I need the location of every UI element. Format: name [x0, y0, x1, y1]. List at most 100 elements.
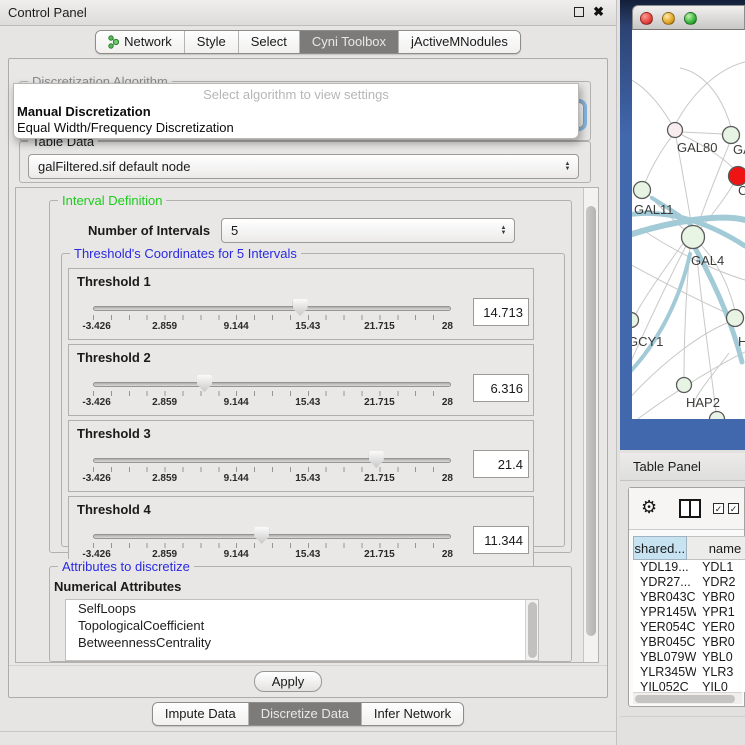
- threshold-coordinates-group: Threshold's Coordinates for 5 Intervals …: [61, 253, 565, 547]
- node-label: GAL4: [691, 253, 724, 268]
- slider-handle[interactable]: [254, 527, 269, 544]
- float-window-icon[interactable]: [574, 7, 584, 17]
- cell-name: YBR0: [696, 635, 745, 650]
- columns-icon[interactable]: [679, 499, 701, 518]
- table-row[interactable]: YLR345W YLR3: [633, 665, 745, 680]
- panel-divider: [620, 716, 745, 717]
- panel-divider: [0, 731, 616, 732]
- table-row[interactable]: YPR145W YPR1: [633, 605, 745, 620]
- node-gal4[interactable]: [682, 226, 705, 249]
- list-item[interactable]: TopologicalCoefficient: [66, 617, 538, 634]
- cell-name: YLR3: [696, 665, 745, 680]
- threshold-3-slider[interactable]: [93, 457, 451, 465]
- tab-jactivemnodules[interactable]: jActiveMNodules: [398, 31, 520, 53]
- tick-label: -3.426: [82, 473, 110, 484]
- close-icon[interactable]: ✖: [593, 4, 604, 20]
- slider-handle[interactable]: [197, 375, 212, 392]
- list-item[interactable]: SelfLoops: [66, 600, 538, 617]
- table-row[interactable]: YDR27... YDR2: [633, 575, 745, 590]
- threshold-2-slider[interactable]: [93, 381, 451, 389]
- combo-stepper-icon: ▲▼: [562, 158, 573, 176]
- table-horizontal-scrollbar[interactable]: [633, 692, 742, 704]
- threshold-3-value-field[interactable]: 21.4: [473, 450, 529, 478]
- threshold-1-slider[interactable]: [93, 305, 451, 313]
- table-data-combobox[interactable]: galFiltered.sif default node ▲▼: [28, 154, 579, 179]
- list-item[interactable]: BetweennessCentrality: [66, 634, 538, 651]
- numerical-attributes-list[interactable]: SelfLoops TopologicalCoefficient Between…: [65, 599, 539, 661]
- settings-scroll-area: Interval Definition Number of Intervals …: [15, 187, 599, 663]
- slider-ticks: [93, 315, 451, 320]
- table-row[interactable]: YBL079W YBL0: [633, 650, 745, 665]
- node-label: GA: [733, 142, 745, 157]
- tick-label: 2.859: [152, 473, 177, 484]
- node-label: H: [738, 334, 745, 349]
- tab-network[interactable]: Network: [96, 31, 184, 53]
- threshold-4-value-field[interactable]: 11.344: [473, 526, 529, 554]
- number-of-intervals-combobox[interactable]: 5 ▲▼: [221, 218, 515, 243]
- node-h[interactable]: [727, 310, 744, 327]
- control-panel-titlebar: Control Panel ✖: [0, 0, 616, 26]
- node-label: C: [738, 183, 745, 198]
- column-header-name[interactable]: name: [687, 536, 745, 560]
- tick-label: 2.859: [152, 397, 177, 408]
- node-gcy1[interactable]: [632, 313, 639, 328]
- tick-label: 21.715: [364, 397, 395, 408]
- network-icon: [108, 35, 119, 49]
- algorithm-placeholder-option[interactable]: Select algorithm to view settings: [14, 87, 578, 102]
- minimize-traffic-light-icon[interactable]: [662, 12, 675, 25]
- tab-cyni-toolbox[interactable]: Cyni Toolbox: [299, 31, 398, 53]
- cell-shared-name: YDL19...: [633, 560, 696, 575]
- network-canvas[interactable]: GAL80 GA C GAL11 GAL4 GCY1 H HAP2: [632, 30, 745, 419]
- cell-shared-name: YBL079W: [633, 650, 696, 665]
- threshold-4-slider[interactable]: [93, 533, 451, 541]
- table-panel: ⚙ ✓ ✓ shared... name YDL19... YDL1 YDR27…: [628, 487, 745, 707]
- tick-label: 21.715: [364, 473, 395, 484]
- threshold-4-label: Threshold 4: [77, 502, 151, 517]
- checkbox-icon[interactable]: ✓: [728, 503, 739, 514]
- node-label: GCY1: [632, 334, 663, 349]
- node-gal80[interactable]: [668, 123, 683, 138]
- cell-shared-name: YDR27...: [633, 575, 696, 590]
- tab-discretize-data-label: Discretize Data: [261, 706, 349, 721]
- algorithm-option-equal-width[interactable]: Equal Width/Frequency Discretization: [17, 120, 234, 135]
- tick-label: 28: [442, 397, 453, 408]
- tab-style[interactable]: Style: [184, 31, 238, 53]
- settings-vertical-scrollbar[interactable]: [583, 188, 598, 662]
- gear-icon[interactable]: ⚙: [641, 497, 657, 518]
- threshold-1-value-field[interactable]: 14.713: [473, 298, 529, 326]
- tick-label: 15.43: [295, 321, 320, 332]
- tick-label: 9.144: [224, 473, 249, 484]
- threshold-3-panel: Threshold 3 -3.426 2.859 9.144 15.43 21.…: [68, 420, 534, 492]
- table-row[interactable]: YBR045C YBR0: [633, 635, 745, 650]
- slider-handle[interactable]: [293, 299, 308, 316]
- tab-impute-data[interactable]: Impute Data: [153, 703, 248, 725]
- node-bottom-partial[interactable]: [710, 412, 725, 420]
- table-row[interactable]: YER054C YER0: [633, 620, 745, 635]
- tab-select[interactable]: Select: [238, 31, 299, 53]
- checkbox-icon[interactable]: ✓: [713, 503, 724, 514]
- node-gal11[interactable]: [634, 182, 651, 199]
- tab-discretize-data[interactable]: Discretize Data: [248, 703, 361, 725]
- zoom-traffic-light-icon[interactable]: [684, 12, 697, 25]
- algorithm-option-manual[interactable]: Manual Discretization: [17, 104, 151, 119]
- threshold-2-label: Threshold 2: [77, 350, 151, 365]
- cell-shared-name: YBR045C: [633, 635, 696, 650]
- tab-infer-network[interactable]: Infer Network: [361, 703, 463, 725]
- combo-stepper-icon: ▲▼: [498, 222, 509, 240]
- cell-name: YBR0: [696, 590, 745, 605]
- slider-ticks: [93, 543, 451, 548]
- table-row[interactable]: YIL052C YIL0: [633, 680, 745, 692]
- list-scrollbar[interactable]: [525, 600, 538, 660]
- node-top-right[interactable]: [723, 127, 740, 144]
- apply-button[interactable]: Apply: [254, 671, 322, 692]
- close-traffic-light-icon[interactable]: [640, 12, 653, 25]
- column-header-shared-name[interactable]: shared...: [633, 536, 687, 560]
- node-hap2[interactable]: [677, 378, 692, 393]
- network-window-titlebar[interactable]: [632, 5, 745, 30]
- tick-label: -3.426: [82, 397, 110, 408]
- attributes-to-discretize-group: Attributes to discretize Numerical Attri…: [49, 566, 572, 662]
- threshold-2-value-field[interactable]: 6.316: [473, 374, 529, 402]
- table-row[interactable]: YBR043C YBR0: [633, 590, 745, 605]
- slider-handle[interactable]: [369, 451, 384, 468]
- table-row[interactable]: YDL19... YDL1: [633, 560, 745, 575]
